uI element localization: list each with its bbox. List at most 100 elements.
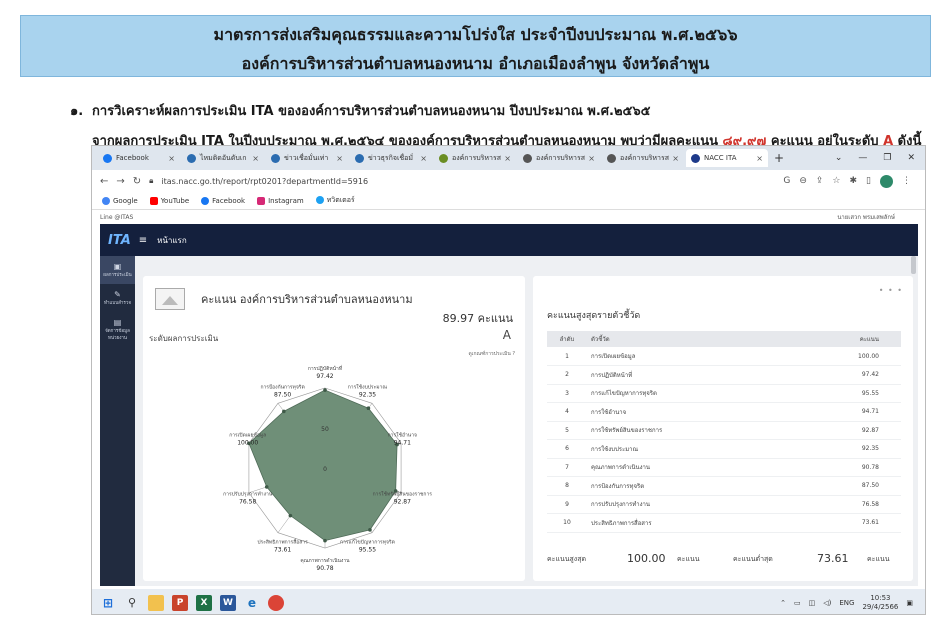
tab-label: องค์การบริหารส [536,153,586,162]
line-link[interactable]: Line @ITAS [100,214,133,221]
profile-avatar[interactable] [880,174,893,188]
sidebar-item-survey[interactable]: ✎ ทำแบบสำรวจ [100,284,135,312]
tab-close-icon[interactable]: × [672,154,679,163]
restore-icon[interactable]: ❐ [883,153,891,163]
home-link[interactable]: หน้าแรก [157,234,187,247]
sidebar-item-manage[interactable]: ▤ จัดการข้อมูลหน่วยงาน [100,312,135,347]
tab-close-icon[interactable]: × [168,154,175,163]
tab-search-icon[interactable]: ⌄ [835,153,843,163]
tab-close-icon[interactable]: × [504,154,511,163]
share-icon[interactable]: ⇪ [816,176,824,186]
banner-subtitle: องค์การบริหารส่วนตำบลหนองหนาม อำเภอเมือง… [241,54,710,73]
bookmark-facebook[interactable]: Facebook [201,196,245,205]
notice-strip: Line @ITAS นายเสวก พรมเสพลักษ์ [92,210,925,224]
browser-tab[interactable]: องค์การบริหารส × [602,149,684,167]
tab-favicon-icon [523,153,532,163]
nav-buttons[interactable]: ←→↻ [100,176,149,187]
analysis-heading: การวิเคราะห์ผลการประเมิน ITA ขององค์การบ… [92,104,651,119]
tab-label: ไหมติดอันดับเก [200,153,247,162]
battery-icon[interactable]: ▭ [794,599,801,607]
top-indicators-title: คะแนนสูงสุดรายตัวชี้วัด [547,311,641,321]
close-window-icon[interactable]: ✕ [907,153,915,163]
browser-tab[interactable]: องค์การบริหารส × [518,149,600,167]
radar-category-label: การป้องกันการทุจริต [260,383,304,390]
total-score: 89.97 คะแนน [442,312,513,325]
max-label: คะแนนสูงสุด [547,555,587,563]
windows-taskbar: ⊞ ⚲ P X W e ⌃ ▭ ◫ ◁) ENG 10:53 29/4/2566 … [92,589,925,614]
star-icon[interactable]: ☆ [832,176,840,186]
url-field[interactable]: itas.nacc.go.th/report/rpt0201?departmen… [161,177,368,186]
hamburger-icon[interactable]: ≡ [139,235,147,246]
chrome-icon[interactable] [268,594,284,611]
tab-close-icon[interactable]: × [336,154,343,163]
tab-close-icon[interactable]: × [756,154,763,163]
drag-handle-icon[interactable]: • • • [879,286,903,295]
minimize-icon[interactable]: — [858,153,867,163]
browser-tab[interactable]: องค์การบริหารส × [434,149,516,167]
radar-value-label: 92.35 [359,391,376,398]
cell-name: การแก้ไขปัญหาการทุจริต [587,384,785,403]
indicator-table: ลำดับ ตัวชี้วัด คะแนน 1 การเปิดเผยข้อมูล 1… [547,331,901,533]
browser-tab[interactable]: Facebook × [98,149,180,167]
bookmark-google[interactable]: Google [102,196,138,205]
browser-tab[interactable]: ข่าวเชื่อมั่นเท่า × [266,149,348,167]
search-icon[interactable]: ⚲ [124,595,140,611]
tab-close-icon[interactable]: × [252,154,259,163]
new-tab-icon[interactable]: + [774,151,784,165]
bookmark-twitter[interactable]: ทวิตเตอร์ [315,195,355,206]
item-number: ๑. [70,104,84,119]
browser-tab[interactable]: ไหมติดอันดับเก × [182,149,264,167]
tray-chevron-icon[interactable]: ⌃ [780,599,786,607]
file-explorer-icon[interactable] [148,594,164,611]
browser-tab[interactable]: ข่าวธุรกิจเชื่อมั่ × [350,149,432,167]
radar-category-label: คุณภาพการดำเนินงาน [300,557,350,564]
tab-favicon-icon [691,153,700,163]
bookmark-instagram[interactable]: Instagram [257,196,304,205]
powerpoint-icon[interactable]: P [172,594,188,611]
windows-start-icon[interactable]: ⊞ [100,595,116,611]
extensions-icon[interactable]: ✱ [850,176,858,186]
radar-category-label: การเปิดเผยข้อมูล [229,431,266,438]
radar-category-label: ประสิทธิภาพการสื่อสาร [257,539,308,546]
notification-icon[interactable]: ▣ [906,599,913,607]
cell-score: 90.78 [784,458,901,477]
tab-favicon-icon [271,153,280,163]
language-indicator[interactable]: ENG [839,599,854,607]
top-indicators-card: • • • คะแนนสูงสุดรายตัวชี้วัด ลำดับ ตัวช… [533,276,913,581]
radar-tick-label: 0 [323,466,327,473]
google-icon[interactable]: G [783,176,790,186]
menu-icon[interactable]: ⋮ [902,176,911,186]
clock[interactable]: 10:53 29/4/2566 [862,594,898,612]
edge-icon[interactable]: e [244,595,260,611]
volume-icon[interactable]: ◁) [823,599,831,607]
table-row: 4 การใช้อำนาจ 94.71 [547,402,901,422]
tab-close-icon[interactable]: × [588,154,595,163]
word-icon[interactable]: W [220,594,236,611]
sidebar-item-results[interactable]: ▣ ผลการประเมิน [100,256,135,284]
radar-value-label: 87.50 [274,391,291,398]
browser-tab-bar: Facebook × ไหมติดอันดับเก × ข่าวเชื่อมั่นเท่… [92,146,925,170]
max-value: 100.00 [627,552,666,565]
min-value: 73.61 [817,552,849,565]
excel-icon[interactable]: X [196,594,212,611]
cell-name: ประสิทธิภาพการสื่อสาร [587,513,785,533]
radar-chart: 050การปฏิบัติหน้าที่97.42การใช้งบประมาณ9… [223,365,432,572]
cell-score: 92.35 [784,439,901,459]
bookmark-youtube[interactable]: YouTube [149,196,189,205]
cell-score: 94.71 [784,402,901,422]
user-menu[interactable]: นายเสวก พรมเสพลักษ์ [837,212,925,222]
radar-value-label: 97.42 [316,373,333,380]
browser-tab[interactable]: NACC ITA × [686,149,768,167]
table-row: 9 การปรับปรุงการทำงาน 76.58 [547,495,901,514]
sidepanel-icon[interactable]: ▯ [866,176,871,186]
scrollbar[interactable] [911,256,916,274]
zoom-icon[interactable]: ⊖ [799,176,807,186]
cell-score: 100.00 [784,347,901,366]
tab-label: องค์การบริหารส [452,153,502,162]
col-indicator: ตัวชี้วัด [587,331,785,347]
tab-close-icon[interactable]: × [420,154,427,163]
network-icon[interactable]: ◫ [809,599,816,607]
tab-favicon-icon [607,153,616,163]
radar-value-label: 73.61 [274,547,291,554]
tab-label: ข่าวธุรกิจเชื่อมั่ [368,153,413,162]
